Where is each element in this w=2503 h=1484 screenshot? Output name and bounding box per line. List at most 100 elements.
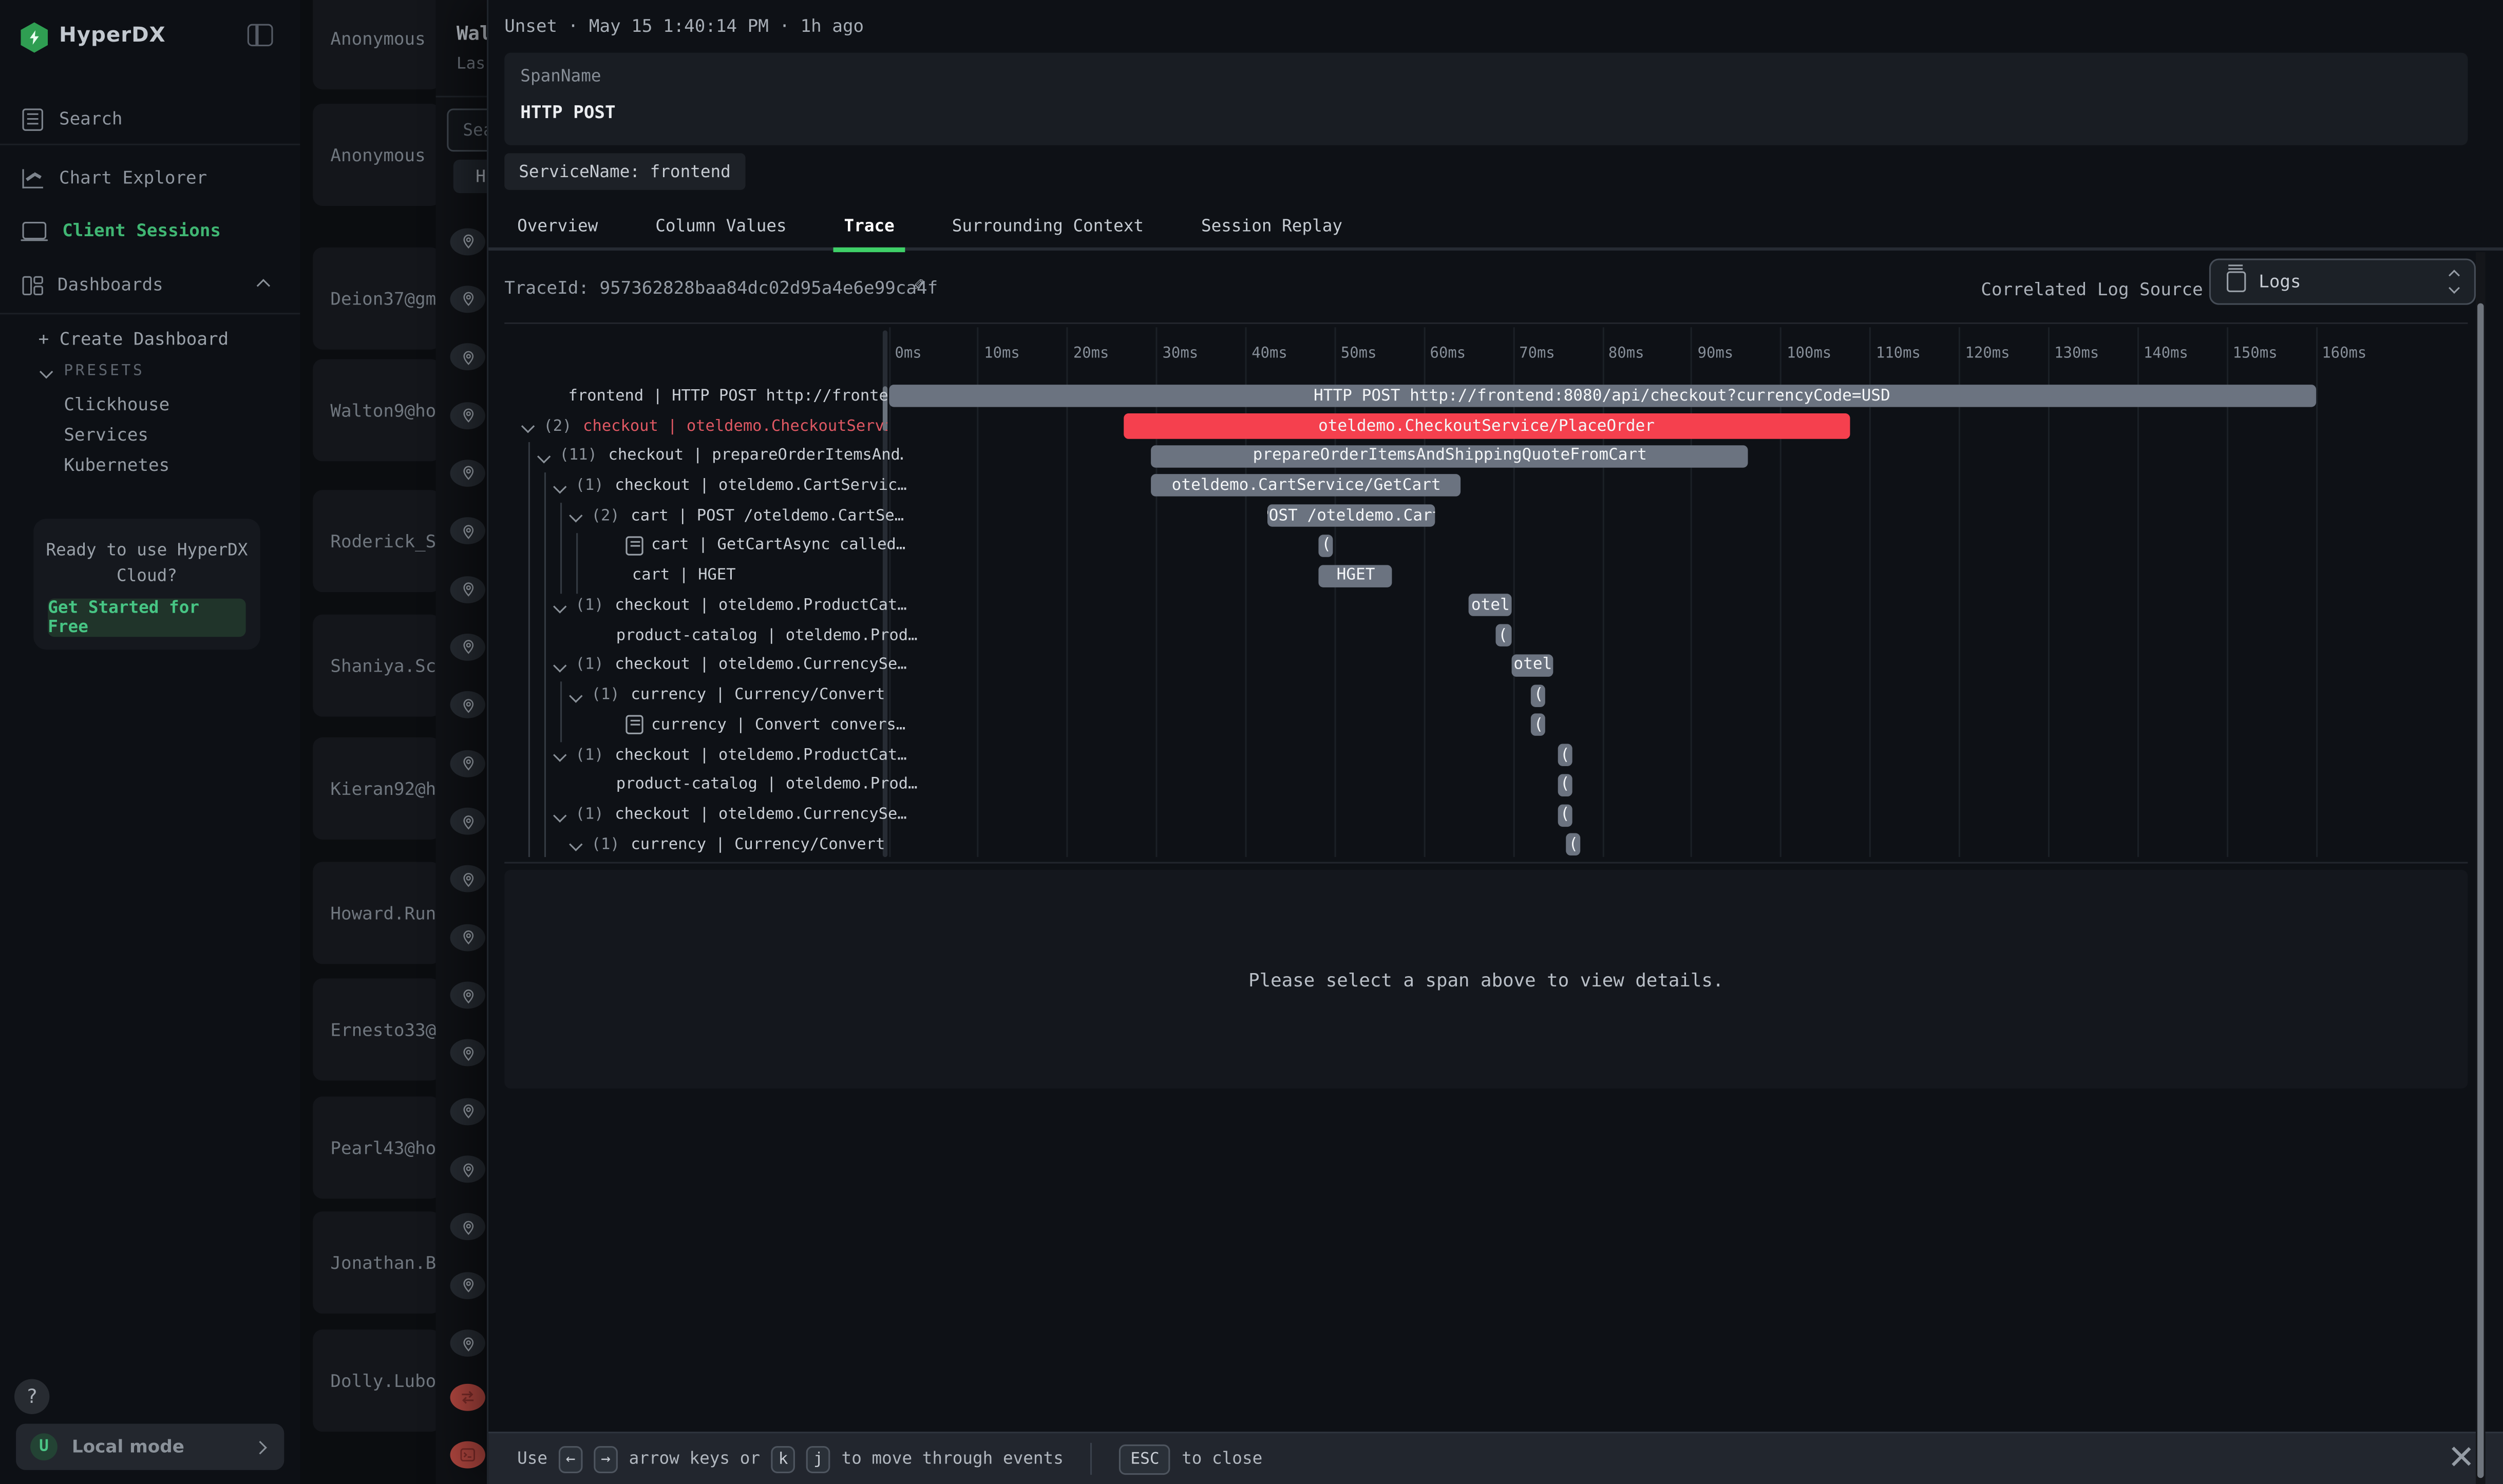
location-pin-icon[interactable] xyxy=(450,576,485,603)
session-search-input[interactable]: Sea xyxy=(447,108,487,151)
location-pin-icon[interactable] xyxy=(450,982,485,1009)
session-list-item[interactable]: Roderick_S xyxy=(313,490,435,592)
sidebar-collapse-icon[interactable] xyxy=(248,24,273,47)
trace-tree-row[interactable]: (1)currency | Currency/Convert xyxy=(520,830,935,857)
trace-tree-row[interactable]: (1)checkout | oteldemo.CurrencySe… xyxy=(520,651,919,680)
session-filter-chip[interactable]: H xyxy=(453,160,487,193)
session-list-item[interactable]: Walton9@ho xyxy=(313,359,435,461)
location-pin-icon[interactable] xyxy=(450,1098,485,1125)
create-dashboard-button[interactable]: + Create Dashboard xyxy=(39,329,229,349)
chevron-up-icon[interactable] xyxy=(257,278,270,292)
trace-tree-row[interactable]: frontend | HTTP POST http://frontend:… xyxy=(520,382,932,411)
session-list-item[interactable]: Howard.Run xyxy=(313,862,435,964)
sidebar-item-dashboards[interactable]: Dashboards xyxy=(0,268,300,301)
trace-tree-row[interactable]: (1)checkout | oteldemo.ProductCat… xyxy=(520,591,919,620)
log-source-select[interactable]: Logs xyxy=(2209,259,2476,305)
edit-icon[interactable]: ✎ xyxy=(913,273,924,296)
chevron-down-icon[interactable] xyxy=(554,480,566,492)
session-list-item[interactable]: Pearl43@ho xyxy=(313,1096,435,1198)
session-list-item[interactable]: Ernesto33@ xyxy=(313,978,435,1080)
get-started-button[interactable]: Get Started for Free xyxy=(48,599,245,637)
trace-tree-row[interactable]: cart | HGET xyxy=(520,561,996,591)
session-list-item[interactable]: Shaniya.Sc xyxy=(313,615,435,717)
trace-tree-row[interactable]: (2)cart | POST /oteldemo.CartSe… xyxy=(520,501,935,530)
trace-tree-row[interactable]: (1)checkout | oteldemo.CartServic… xyxy=(520,471,919,501)
waterfall-bar[interactable]: oteldemo.CheckoutService/PlaceOrder xyxy=(1123,413,1850,439)
trace-tree-row[interactable]: product-catalog | oteldemo.Prod… xyxy=(520,770,980,800)
preset-clickhouse[interactable]: Clickhouse xyxy=(64,389,287,420)
chevron-down-icon[interactable] xyxy=(522,420,534,432)
location-pin-icon[interactable] xyxy=(450,924,485,951)
tab-overview[interactable]: Overview xyxy=(506,206,609,248)
location-pin-icon[interactable] xyxy=(450,402,485,429)
session-list-item[interactable]: Dolly.Lubo xyxy=(313,1329,435,1432)
sidebar-item-chart-explorer[interactable]: Chart Explorer xyxy=(0,161,300,195)
location-pin-icon[interactable] xyxy=(450,460,485,487)
waterfall-bar[interactable]: HTTP POST http://frontend:8080/api/check… xyxy=(888,385,2316,408)
span-label: checkout | oteldemo.CurrencySe… xyxy=(615,657,906,674)
trace-tree-row[interactable]: (1)currency | Currency/Convert xyxy=(520,680,935,710)
session-email: Deion37@gm xyxy=(313,288,435,309)
tab-column-values[interactable]: Column Values xyxy=(644,206,798,248)
waterfall-bar-label: ( xyxy=(1534,716,1544,734)
waterfall-bar[interactable]: ( xyxy=(1531,714,1546,736)
trace-tree-row[interactable]: (1)checkout | oteldemo.CurrencySe… xyxy=(520,800,919,830)
waterfall-bar[interactable]: otel xyxy=(1512,654,1554,677)
span-label: product-catalog | oteldemo.Prod… xyxy=(616,626,918,644)
chevron-down-icon[interactable] xyxy=(538,450,550,462)
chevron-down-icon[interactable] xyxy=(554,599,566,612)
close-icon[interactable] xyxy=(2450,1446,2469,1465)
trace-tree-row[interactable]: currency | Convert convers… xyxy=(520,710,990,740)
local-mode-button[interactable]: U Local mode xyxy=(16,1424,284,1470)
sidebar-item-search[interactable]: Search xyxy=(0,102,300,136)
waterfall-bar[interactable]: ( xyxy=(1558,804,1572,826)
session-list-item[interactable]: Anonymous xyxy=(313,0,435,89)
waterfall-bar[interactable]: oteldemo.CartService/GetCart xyxy=(1151,475,1461,498)
waterfall-bar[interactable]: otel xyxy=(1469,595,1512,617)
trace-tree-row[interactable]: product-catalog | oteldemo.Prod… xyxy=(520,620,980,650)
preset-kubernetes[interactable]: Kubernetes xyxy=(64,450,287,481)
trace-tree-row[interactable]: (1)checkout | oteldemo.ProductCat… xyxy=(520,740,919,770)
trace-tree-row[interactable]: (2)checkout | oteldemo.CheckoutServic… xyxy=(520,411,887,441)
session-email: Shaniya.Sc xyxy=(313,655,435,676)
span-label: checkout | oteldemo.ProductCat… xyxy=(615,746,906,764)
location-pin-icon[interactable] xyxy=(450,808,485,835)
service-name-chip[interactable]: ServiceName: frontend xyxy=(504,153,745,189)
location-pin-icon[interactable] xyxy=(450,634,485,661)
preset-services[interactable]: Services xyxy=(64,420,287,450)
waterfall-bar[interactable]: ( xyxy=(1558,774,1572,796)
chevron-down-icon[interactable] xyxy=(554,659,566,672)
session-list-item[interactable]: Jonathan.B xyxy=(313,1211,435,1314)
waterfall-bar[interactable]: POST /oteldemo.Cart xyxy=(1266,505,1434,527)
location-pin-icon[interactable] xyxy=(450,1156,485,1183)
tab-trace[interactable]: Trace xyxy=(833,206,906,248)
waterfall-bar[interactable]: HGET xyxy=(1319,564,1392,587)
session-list-item[interactable]: Kieran92@h xyxy=(313,737,435,840)
location-pin-icon[interactable] xyxy=(450,1272,485,1299)
trace-tree-row[interactable]: (11)checkout | prepareOrderItemsAnd… xyxy=(520,441,903,471)
tab-surrounding-context[interactable]: Surrounding Context xyxy=(941,206,1155,248)
sidebar-item-client-sessions[interactable]: Client Sessions xyxy=(0,214,300,248)
drawer-scrollbar-thumb[interactable] xyxy=(2477,303,2484,1478)
chevron-down-icon[interactable] xyxy=(570,510,582,522)
location-pin-icon[interactable] xyxy=(450,750,485,777)
location-pin-icon[interactable] xyxy=(450,286,485,313)
location-pin-icon[interactable] xyxy=(450,1330,485,1357)
chevron-down-icon[interactable] xyxy=(570,839,582,851)
tab-session-replay[interactable]: Session Replay xyxy=(1190,206,1354,248)
waterfall-bar[interactable]: ( xyxy=(1319,535,1334,557)
trace-tree-row[interactable]: cart | GetCartAsync called… xyxy=(520,531,990,561)
chevron-down-icon[interactable] xyxy=(554,749,566,761)
presets-header[interactable]: PRESETS xyxy=(42,363,145,380)
waterfall-bar[interactable]: prepareOrderItemsAndShippingQuoteFromCar… xyxy=(1151,445,1748,467)
waterfall-bar[interactable]: ( xyxy=(1566,833,1581,856)
waterfall-bar[interactable]: ( xyxy=(1531,684,1546,707)
help-button[interactable]: ? xyxy=(14,1379,49,1414)
session-list-item[interactable]: Anonymous xyxy=(313,104,435,206)
session-email: Pearl43@ho xyxy=(313,1137,435,1158)
waterfall-bar[interactable]: ( xyxy=(1495,624,1511,647)
waterfall-bar[interactable]: ( xyxy=(1558,744,1572,767)
session-list-item[interactable]: Deion37@gm xyxy=(313,248,435,350)
chevron-down-icon[interactable] xyxy=(554,809,566,821)
chevron-down-icon[interactable] xyxy=(570,689,582,701)
